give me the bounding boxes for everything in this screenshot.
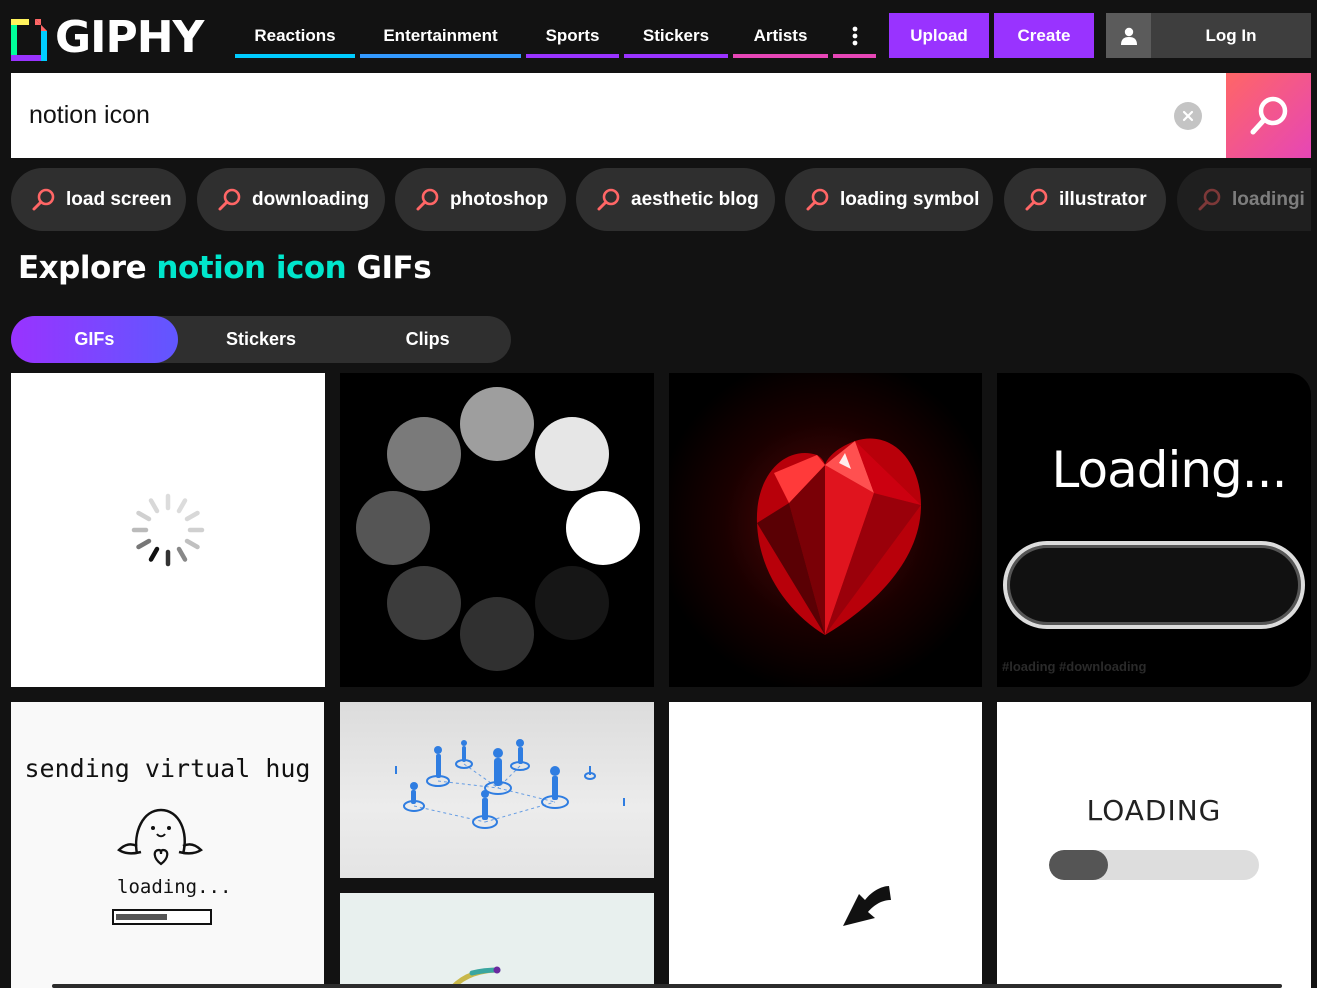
ghost-hug-icon xyxy=(117,808,203,866)
loading-progress-bar xyxy=(1049,850,1259,880)
suggestion-pill[interactable]: illustrator xyxy=(1004,168,1166,231)
main-nav: Reactions Entertainment Sports Stickers … xyxy=(235,13,876,58)
loading-progress-fill xyxy=(1049,850,1108,880)
vertical-dots-icon xyxy=(852,26,857,45)
avatar xyxy=(1106,13,1151,58)
nav-underline xyxy=(733,54,828,58)
suggestion-label: loading symbol xyxy=(840,188,980,210)
search-icon xyxy=(597,188,620,211)
nav-label: Sports xyxy=(545,25,600,45)
arrow-down-left-icon xyxy=(843,886,891,926)
gif-spinner-tile[interactable] xyxy=(11,373,325,687)
spinner-icon xyxy=(131,493,205,567)
logo-text: GIPHY xyxy=(55,12,204,63)
nav-item-stickers[interactable]: Stickers xyxy=(624,13,728,58)
suggestion-label: load screen xyxy=(66,188,172,210)
search-suggestions: load screen downloading photoshop aesthe… xyxy=(11,168,1311,231)
suggestion-pill[interactable]: loading symbol xyxy=(785,168,993,231)
gif-arrow-tile[interactable] xyxy=(669,702,982,988)
search-icon xyxy=(32,188,55,211)
gif-tags: #loading #downloading xyxy=(1002,659,1147,674)
search-button[interactable] xyxy=(1226,73,1311,158)
suggestion-label: loadingi xyxy=(1232,188,1305,210)
next-row-edge xyxy=(52,984,1282,988)
nav-underline xyxy=(360,54,521,58)
nav-label: Entertainment xyxy=(383,25,498,45)
login-button[interactable]: Log In xyxy=(1106,13,1311,58)
nav-label: Artists xyxy=(753,25,808,45)
suggestion-label: illustrator xyxy=(1059,188,1147,210)
suggestion-pill[interactable]: load screen xyxy=(11,168,186,231)
login-label: Log In xyxy=(1205,25,1257,45)
suggestion-label: downloading xyxy=(252,188,370,210)
nav-underline xyxy=(833,54,876,58)
nav-item-entertainment[interactable]: Entertainment xyxy=(360,13,521,58)
loading-capsule xyxy=(1003,541,1305,629)
suggestion-pill[interactable]: photoshop xyxy=(395,168,566,231)
suggestion-label: aesthetic blog xyxy=(631,188,759,210)
page-title: Explore notion icon GIFs xyxy=(18,250,432,286)
network-people-icon xyxy=(395,739,625,829)
nav-more-button[interactable] xyxy=(833,13,876,58)
hug-title: sending virtual hug xyxy=(24,754,311,783)
title-suffix: GIFs xyxy=(356,250,432,286)
arc-icon xyxy=(448,966,501,988)
nav-underline xyxy=(235,54,355,58)
tab-clips[interactable]: Clips xyxy=(344,316,511,363)
tab-stickers[interactable]: Stickers xyxy=(178,316,345,363)
suggestion-pill[interactable]: loadingi xyxy=(1177,168,1311,231)
title-query: notion icon xyxy=(156,250,347,286)
gif-virtual-hug-tile[interactable]: sending virtual hug loading... xyxy=(11,702,324,988)
title-prefix: Explore xyxy=(18,250,147,286)
create-button[interactable]: Create xyxy=(994,13,1094,58)
gif-heart-gem-tile[interactable] xyxy=(669,373,982,687)
search-icon xyxy=(416,188,439,211)
nav-label: Stickers xyxy=(642,25,710,45)
user-icon xyxy=(1120,27,1137,45)
loading-text: Loading... xyxy=(1051,441,1288,499)
clear-icon xyxy=(1182,110,1194,122)
nav-underline xyxy=(624,54,728,58)
search-input[interactable] xyxy=(11,73,1226,158)
search-icon xyxy=(218,188,241,211)
gif-loading-progress-tile[interactable]: LOADING xyxy=(997,702,1311,988)
search-icon xyxy=(1025,188,1048,211)
nav-item-artists[interactable]: Artists xyxy=(733,13,828,58)
giphy-logo[interactable]: GIPHY xyxy=(11,12,204,63)
gif-loading-bar-tile[interactable]: Loading... #loading #downloading xyxy=(997,373,1311,687)
hug-progress-bar xyxy=(112,909,212,925)
giphy-logo-mark-icon xyxy=(11,19,47,61)
search-icon xyxy=(1198,188,1221,211)
clear-search-button[interactable] xyxy=(1174,102,1202,130)
gif-network-people-tile[interactable] xyxy=(340,702,654,878)
gif-arc-tile[interactable] xyxy=(340,893,654,988)
hug-progress-fill xyxy=(116,914,167,920)
hug-loading-text: loading... xyxy=(117,876,232,898)
nav-underline xyxy=(526,54,619,58)
tab-gifs[interactable]: GIFs xyxy=(11,316,178,363)
suggestion-pill[interactable]: aesthetic blog xyxy=(576,168,775,231)
nav-item-sports[interactable]: Sports xyxy=(526,13,619,58)
loading-dots-icon xyxy=(356,387,640,671)
suggestion-label: photoshop xyxy=(450,188,549,210)
search-icon xyxy=(1250,96,1287,134)
search-icon xyxy=(806,188,829,211)
suggestion-pill[interactable]: downloading xyxy=(197,168,385,231)
search-bar xyxy=(11,73,1311,158)
heart-gem-icon xyxy=(756,438,921,635)
gif-loading-dots-tile[interactable] xyxy=(340,373,654,687)
nav-item-reactions[interactable]: Reactions xyxy=(235,13,355,58)
upload-button[interactable]: Upload xyxy=(889,13,989,58)
nav-label: Reactions xyxy=(254,25,336,45)
result-type-tabs: GIFs Stickers Clips xyxy=(11,316,511,363)
loading-caps-text: LOADING xyxy=(1086,794,1222,827)
giphy-page: GIPHY Reactions Entertainment Sports Sti… xyxy=(0,0,1317,988)
